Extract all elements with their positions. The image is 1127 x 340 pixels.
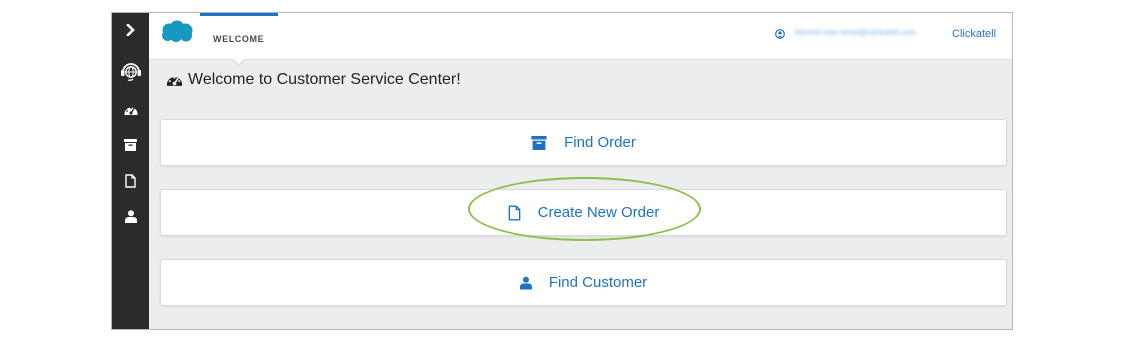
sidebar-item-customer[interactable] xyxy=(112,208,149,224)
archive-icon xyxy=(531,135,547,150)
sidebar-item-dashboard[interactable] xyxy=(112,102,149,118)
page-title: Welcome to Customer Service Center! xyxy=(166,71,461,89)
sidebar-item-service-center[interactable] xyxy=(112,59,149,83)
find-order-label: Find Order xyxy=(564,134,636,151)
sidebar xyxy=(112,13,149,329)
user-icon xyxy=(519,276,532,290)
archive-icon xyxy=(124,139,137,151)
dashboard-icon xyxy=(124,107,137,115)
active-tab-indicator xyxy=(200,13,278,16)
find-customer-button[interactable]: Find Customer xyxy=(160,259,1007,306)
file-icon xyxy=(125,174,136,188)
tab-caret xyxy=(233,58,245,64)
top-bar: WELCOME blurred-user-email@clickatell.co… xyxy=(149,13,1012,66)
welcome-text: Welcome to Customer Service Center! xyxy=(188,71,461,88)
dashboard-icon xyxy=(166,76,183,86)
app-window: WELCOME blurred-user-email@clickatell.co… xyxy=(111,12,1013,330)
user-circle-icon xyxy=(775,29,785,39)
user-icon xyxy=(124,209,137,223)
user-email[interactable]: blurred-user-email@clickatell.com xyxy=(795,28,931,38)
file-icon xyxy=(508,204,521,221)
find-customer-label: Find Customer xyxy=(548,274,648,291)
headset-globe-icon xyxy=(120,63,141,82)
create-new-order-button[interactable]: Create New Order xyxy=(160,189,1007,236)
create-new-order-label: Create New Order xyxy=(537,204,660,221)
sidebar-toggle-button[interactable] xyxy=(112,21,149,39)
sidebar-item-new-order[interactable] xyxy=(112,173,149,189)
salesforce-cloud-icon xyxy=(162,20,193,42)
org-link[interactable]: Clickatell xyxy=(952,28,996,40)
find-order-button[interactable]: Find Order xyxy=(160,119,1007,166)
sidebar-item-find-order[interactable] xyxy=(112,137,149,153)
tab-welcome[interactable]: WELCOME xyxy=(213,34,264,44)
chevron-right-icon xyxy=(125,24,135,36)
